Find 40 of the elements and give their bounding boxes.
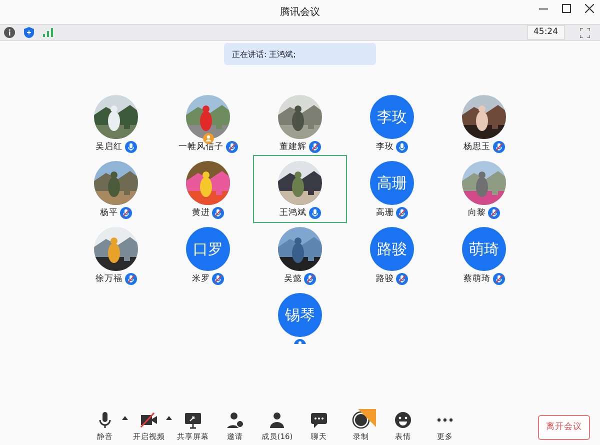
participant-name: 吴懿 — [284, 273, 302, 286]
emoji-icon — [394, 410, 412, 429]
fullscreen-icon[interactable] — [580, 28, 590, 38]
chat-icon — [310, 410, 328, 429]
participant-name: 杨平 — [100, 207, 118, 220]
close-icon[interactable] — [585, 4, 594, 13]
shield-icon[interactable] — [24, 27, 34, 38]
meeting-timer: 45:24 — [526, 25, 565, 40]
participant-name: 路骏 — [376, 273, 394, 286]
record-icon — [352, 410, 370, 429]
participant-name: 蔡萌琦 — [464, 273, 490, 286]
avatar[interactable]: 路骏 — [370, 227, 414, 271]
participant-name: 王鸿斌 — [280, 207, 306, 220]
avatar[interactable]: 锡琴 — [278, 293, 322, 337]
caret-icon[interactable] — [122, 416, 128, 420]
participant-name: 高珊 — [376, 207, 394, 220]
participant-name: 黄进 — [192, 207, 210, 220]
caret-icon[interactable] — [166, 416, 172, 420]
members-icon — [268, 410, 286, 429]
invite-icon — [226, 410, 244, 429]
participant-name: 米罗 — [192, 273, 210, 286]
more-icon — [436, 416, 454, 423]
video-off-icon — [140, 410, 158, 429]
avatar[interactable]: 口罗 — [186, 227, 230, 271]
avatar[interactable]: 高珊 — [370, 161, 414, 205]
window-title: 腾讯会议 — [280, 6, 320, 20]
leave-meeting-button[interactable]: 离开会议 — [538, 415, 590, 440]
avatar[interactable]: 萌琦 — [462, 227, 506, 271]
participant-name: 向黎 — [468, 207, 486, 220]
participant-name: 董建辉 — [280, 141, 306, 154]
active-speaker-frame[interactable]: 王鸿斌 — [254, 156, 346, 222]
participant-name: 李玫 — [376, 141, 394, 154]
screen-share-icon — [184, 410, 202, 429]
participant-name: 杨思玉 — [464, 141, 490, 154]
info-icon[interactable] — [4, 27, 15, 38]
participant-name: 吴启红 — [96, 141, 122, 154]
avatar[interactable]: 李玫 — [370, 95, 414, 139]
speaking-banner: 正在讲话: 王鸿斌; — [224, 43, 376, 65]
maximize-icon[interactable] — [562, 4, 571, 13]
participant-name: 徐万福 — [96, 273, 122, 286]
